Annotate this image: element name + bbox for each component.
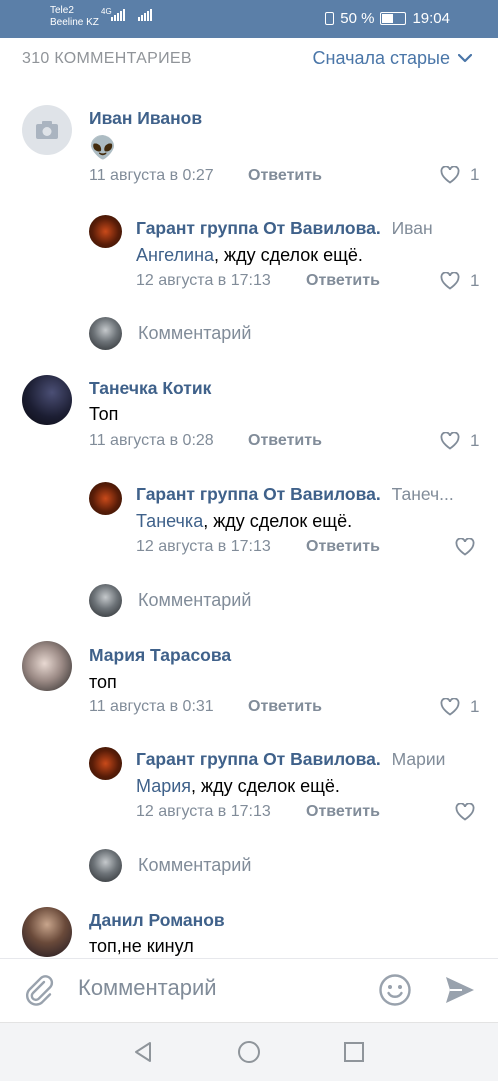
avatar[interactable]: [22, 375, 72, 425]
reply-mention[interactable]: Мария: [136, 776, 191, 796]
my-avatar: [89, 317, 122, 350]
comment-text: топ,не кинул: [89, 936, 194, 956]
group-avatar[interactable]: [89, 747, 122, 780]
comment-text: 👽: [89, 135, 117, 160]
comment-date: 11 августа в 0:28: [89, 432, 214, 449]
avatar[interactable]: [22, 907, 72, 957]
recents-icon[interactable]: [343, 1041, 365, 1063]
like-count: 1: [470, 431, 480, 450]
signal-icon-2: [138, 9, 152, 21]
like-button[interactable]: 1: [440, 431, 479, 451]
reply-date: 12 августа в 17:13: [136, 538, 271, 555]
reply-header: Гарант группа От Вавилова. Марии: [136, 749, 445, 770]
heart-icon: [440, 166, 460, 184]
like-button[interactable]: 1: [440, 697, 479, 717]
comment-author[interactable]: Танечка Котик: [89, 378, 211, 399]
comment-text: Топ: [89, 404, 119, 424]
battery-percent: 50 %: [340, 10, 375, 27]
system-navigation-bar: [0, 1022, 498, 1081]
comment-date: 11 августа в 0:31: [89, 698, 214, 715]
my-avatar: [89, 584, 122, 617]
my-avatar: [89, 849, 122, 882]
emoji-icon[interactable]: [378, 973, 412, 1007]
sort-dropdown[interactable]: Сначала старые: [313, 48, 472, 69]
heart-icon: [455, 803, 475, 821]
reply-header: Гарант группа От Вавилова. Иван: [136, 218, 433, 239]
operator-1: Tele2: [50, 5, 74, 16]
reply-button[interactable]: Ответить: [306, 272, 380, 290]
attachment-icon[interactable]: [22, 973, 56, 1007]
heart-icon: [455, 538, 475, 556]
reply-to: Марии: [391, 749, 446, 769]
comment-composer: Комментарий: [0, 958, 498, 1023]
back-icon[interactable]: [131, 1040, 155, 1064]
send-icon[interactable]: [444, 975, 476, 1005]
battery-icon: [380, 12, 407, 25]
reply-date: 12 августа в 17:13: [136, 272, 271, 289]
reply-button[interactable]: Ответить: [248, 167, 322, 185]
like-button[interactable]: 1: [440, 271, 479, 291]
comment-author[interactable]: Данил Романов: [89, 910, 225, 931]
operator-2: Beeline KZ: [50, 17, 99, 28]
reply-text: , жду сделок ещё.: [203, 511, 353, 531]
like-count: 1: [470, 697, 480, 716]
reply-button[interactable]: Ответить: [248, 432, 322, 450]
reply-comment-field[interactable]: Комментарий: [138, 323, 251, 344]
reply-text-line: Ангелина, жду сделок ещё.: [136, 245, 363, 266]
reply-to: Иван: [391, 218, 433, 238]
reply-button[interactable]: Ответить: [306, 803, 380, 821]
reply-text: , жду сделок ещё.: [191, 776, 340, 796]
vibrate-icon: [325, 12, 335, 25]
like-count: 1: [470, 271, 480, 290]
reply-date: 12 августа в 17:13: [136, 803, 271, 820]
operator-names: Tele2 Beeline KZ: [50, 5, 99, 29]
status-right: 50 % 19:04: [325, 10, 450, 27]
heart-icon: [440, 698, 460, 716]
reply-author[interactable]: Гарант группа От Вавилова.: [136, 749, 381, 769]
comment-author[interactable]: Иван Иванов: [89, 108, 202, 129]
comments-header: 310 КОММЕНТАРИЕВ Сначала старые: [0, 38, 498, 82]
home-icon[interactable]: [237, 1040, 261, 1064]
like-button[interactable]: [455, 803, 485, 821]
heart-icon: [440, 272, 460, 290]
reply-mention[interactable]: Ангелина: [136, 245, 214, 265]
comment-input[interactable]: Комментарий: [78, 975, 217, 1001]
avatar[interactable]: [22, 641, 72, 691]
comment-count: 310 КОММЕНТАРИЕВ: [22, 50, 192, 67]
camera-icon: [36, 121, 58, 139]
clock: 19:04: [412, 10, 450, 27]
signal-icon: [111, 9, 125, 21]
like-button[interactable]: [455, 538, 485, 556]
reply-author[interactable]: Гарант группа От Вавилова.: [136, 218, 381, 238]
comment-date: 11 августа в 0:27: [89, 167, 214, 184]
reply-comment-field[interactable]: Комментарий: [138, 590, 251, 611]
group-avatar[interactable]: [89, 215, 122, 248]
reply-header: Гарант группа От Вавилова. Танеч...: [136, 484, 454, 505]
reply-text-line: Танечка, жду сделок ещё.: [136, 511, 352, 532]
comment-text: топ: [89, 672, 117, 692]
reply-comment-field[interactable]: Комментарий: [138, 855, 251, 876]
like-button[interactable]: 1: [440, 165, 479, 185]
like-count: 1: [470, 165, 480, 184]
reply-button[interactable]: Ответить: [306, 538, 380, 556]
comment-author[interactable]: Мария Тарасова: [89, 645, 231, 666]
status-bar: Tele2 Beeline KZ 4G 50 % 19:04: [0, 0, 498, 38]
reply-text-line: Мария, жду сделок ещё.: [136, 776, 340, 797]
chevron-down-icon: [458, 54, 472, 63]
heart-icon: [440, 432, 460, 450]
reply-mention[interactable]: Танечка: [136, 511, 203, 531]
reply-text: , жду сделок ещё.: [214, 245, 363, 265]
group-avatar[interactable]: [89, 482, 122, 515]
reply-to: Танеч...: [391, 484, 454, 504]
reply-author[interactable]: Гарант группа От Вавилова.: [136, 484, 381, 504]
avatar-placeholder[interactable]: [22, 105, 72, 155]
reply-button[interactable]: Ответить: [248, 698, 322, 716]
sort-label: Сначала старые: [312, 48, 450, 68]
